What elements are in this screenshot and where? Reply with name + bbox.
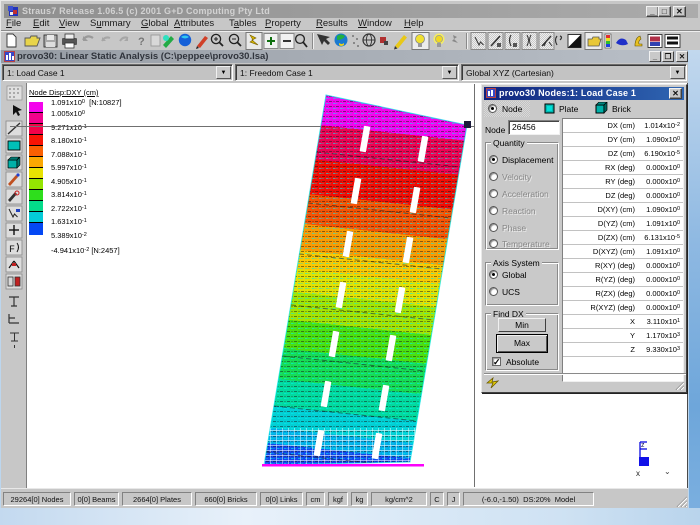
svg-text:x: x: [636, 469, 640, 478]
svg-text:?: ?: [138, 36, 145, 48]
svg-text:F: F: [9, 245, 15, 256]
svg-text:z: z: [641, 442, 645, 449]
svg-text:⌄: ⌄: [664, 467, 671, 476]
